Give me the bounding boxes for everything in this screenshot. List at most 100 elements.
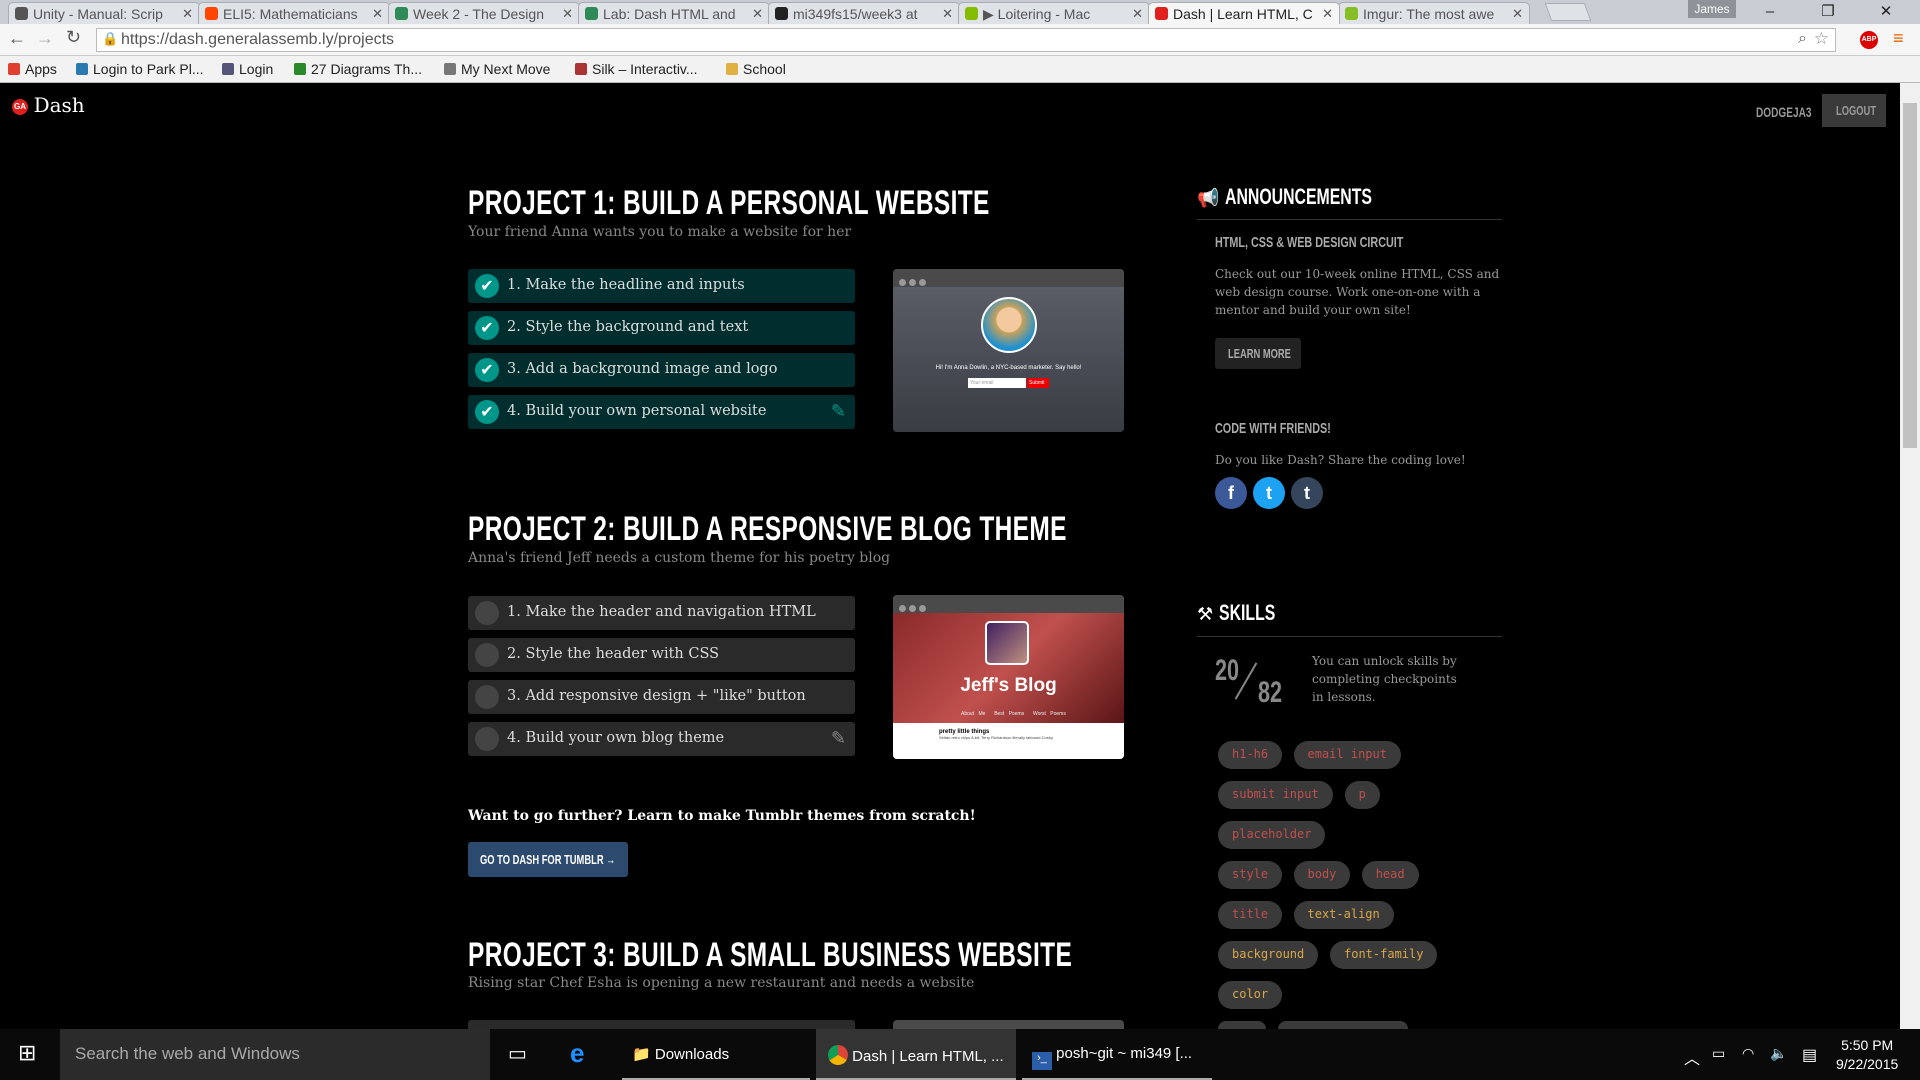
skill-tag[interactable]: text-align [1293, 901, 1394, 929]
menu-icon[interactable]: ≡ [1893, 28, 1904, 49]
skill-tag[interactable]: body [1293, 861, 1351, 889]
project-1-preview[interactable]: Hi! I'm Anna Dowlin, a NYC-based markete… [893, 269, 1124, 432]
new-tab-button[interactable] [1544, 3, 1592, 21]
skill-tag[interactable]: font-family [1330, 941, 1438, 969]
twitter-icon: t [1266, 483, 1272, 503]
search-icon[interactable]: ⌕ [1798, 30, 1807, 48]
close-window-button[interactable]: ✕ [1858, 0, 1914, 24]
close-tab-icon[interactable]: ✕ [752, 6, 763, 22]
clock[interactable]: 5:50 PM 9/22/2015 [1836, 1036, 1898, 1074]
browser-tab[interactable]: Lab: Dash HTML and ✕ [578, 2, 770, 24]
minimize-button[interactable]: – [1742, 0, 1798, 24]
tray-chevron-icon[interactable]: ︿ [1684, 1029, 1700, 1080]
skill-tag[interactable]: submit input [1218, 781, 1333, 809]
adblock-icon[interactable]: ABP [1860, 31, 1878, 49]
twitter-share-button[interactable]: t [1253, 477, 1285, 509]
project-task[interactable]: 2. Style the header with CSS [468, 638, 855, 672]
task-label: 1. Make the headline and inputs [507, 277, 745, 293]
task-label: 4. Build your own blog theme [507, 730, 725, 746]
skill-tag[interactable]: background [1218, 941, 1319, 969]
reload-icon[interactable]: ↻ [66, 27, 81, 48]
bookmark-item[interactable]: My Next Move [444, 61, 550, 77]
taskbar-app-downloads[interactable]: 📁 Downloads [622, 1029, 810, 1080]
forward-icon[interactable]: → [36, 28, 54, 49]
skill-tag[interactable]: p [1344, 781, 1380, 809]
tumblr-share-button[interactable]: t [1291, 477, 1323, 509]
project-1-subtitle: Your friend Anna wants you to make a web… [468, 224, 852, 240]
bookmarks-bar: Apps Login to Park Pl... Login 27 Diagrams … [0, 56, 1920, 83]
skill-label: head [1375, 867, 1405, 881]
project-task[interactable]: ✔ 2. Style the background and text [468, 311, 855, 345]
back-icon[interactable]: ← [8, 28, 26, 49]
dash-for-tumblr-button[interactable]: GO TO DASH FOR TUMBLR → [468, 842, 628, 877]
taskbar-search[interactable]: Search the web and Windows [60, 1029, 490, 1080]
close-tab-icon[interactable]: ✕ [372, 6, 383, 22]
bookmark-item[interactable]: 27 Diagrams Th... [294, 61, 422, 77]
browser-tab[interactable]: Unity - Manual: Scrip ✕ [8, 2, 200, 24]
project-2-title: PROJECT 2: BUILD A RESPONSIVE BLOG THEME [468, 510, 1067, 548]
project-2-preview[interactable]: Jeff's Blog About Me Best Poems Worst Po… [893, 595, 1124, 759]
favicon-icon [585, 7, 598, 20]
project-task[interactable]: ✔ 4. Build your own personal website ✎ [468, 395, 855, 429]
skill-tag[interactable]: head [1361, 861, 1419, 889]
close-tab-icon[interactable]: ✕ [562, 6, 573, 22]
project-task[interactable]: 3. Add responsive design + "like" button [468, 680, 855, 714]
bookmark-label: School [743, 61, 786, 77]
project-task[interactable]: ✔ 1. Make the headline and inputs [468, 269, 855, 303]
bookmark-item[interactable]: Login to Park Pl... [76, 61, 204, 77]
project-task[interactable]: ✔ 3. Add a background image and logo [468, 353, 855, 387]
skill-tag[interactable]: title [1218, 901, 1283, 929]
skill-tag[interactable]: email input [1293, 741, 1401, 769]
skill-tag[interactable]: h1-h6 [1218, 741, 1283, 769]
url-input[interactable]: 🔒 https://dash.generalassemb.ly/projects … [96, 28, 1836, 52]
windows-start-icon[interactable]: ⊞ [18, 1029, 36, 1080]
url-text: https://dash.generalassemb.ly/projects [121, 31, 395, 48]
task-view-icon[interactable]: ▭ [508, 1029, 527, 1080]
wifi-icon[interactable]: ◠ [1742, 1029, 1754, 1080]
browser-tab[interactable]: mi349fs15/week3 at ✕ [768, 2, 960, 24]
skill-tag[interactable]: placeholder [1218, 821, 1326, 849]
skill-label: text-align [1307, 907, 1380, 921]
restore-button[interactable]: ❐ [1800, 0, 1856, 24]
taskbar-app-powershell[interactable]: ›_ posh~git ~ mi349 [... [1022, 1029, 1212, 1080]
close-tab-icon[interactable]: ✕ [1132, 6, 1143, 22]
facebook-share-button[interactable]: f [1215, 477, 1247, 509]
username[interactable]: DODGEJA3 [1756, 104, 1811, 120]
edge-icon[interactable]: e [570, 1029, 584, 1080]
battery-icon[interactable]: ▭ [1712, 1029, 1725, 1080]
skill-tag[interactable]: color [1218, 981, 1283, 1009]
favicon-icon [15, 7, 28, 20]
checkmark-icon: ✔ [475, 274, 499, 298]
taskbar-app-chrome[interactable]: Dash | Learn HTML, ... [816, 1029, 1016, 1080]
close-tab-icon[interactable]: ✕ [1512, 6, 1523, 22]
bookmark-item[interactable]: Silk – Interactiv... [575, 61, 698, 77]
scrollbar[interactable] [1900, 83, 1920, 1029]
bookmark-icon [294, 63, 306, 75]
project-task[interactable]: 1. Make the header and navigation HTML [468, 596, 855, 630]
action-center-icon[interactable]: ▤ [1802, 1029, 1817, 1080]
browser-tab[interactable]: Imgur: The most awe ✕ [1338, 2, 1530, 24]
tab-title: Lab: Dash HTML and [603, 6, 736, 22]
profile-badge[interactable]: James [1688, 0, 1736, 18]
bookmark-item[interactable]: Apps [8, 61, 57, 77]
logout-button[interactable]: LOGOUT [1822, 94, 1886, 127]
browser-tab[interactable]: Dash | Learn HTML, C ✕ [1148, 2, 1340, 24]
close-tab-icon[interactable]: ✕ [942, 6, 953, 22]
browser-tab[interactable]: ELI5: Mathematicians ✕ [198, 2, 390, 24]
avatar [981, 297, 1037, 353]
bookmark-item[interactable]: Login [222, 61, 273, 77]
dash-logo[interactable]: GA Dash [12, 93, 85, 118]
close-tab-icon[interactable]: ✕ [182, 6, 193, 22]
volume-icon[interactable]: 🔈 [1770, 1029, 1787, 1080]
skill-tag[interactable]: style [1218, 861, 1283, 889]
bookmark-star-icon[interactable]: ☆ [1814, 29, 1829, 49]
learn-more-button[interactable]: LEARN MORE [1215, 338, 1301, 369]
bookmark-item[interactable]: School [726, 61, 786, 77]
browser-tab[interactable]: ▶ Loitering - Mac ✕ [958, 2, 1150, 24]
skill-label: email input [1307, 747, 1387, 761]
project-task[interactable]: 4. Build your own blog theme ✎ [468, 722, 855, 756]
close-tab-icon[interactable]: ✕ [1322, 6, 1333, 22]
favicon-icon [205, 7, 218, 20]
browser-tab[interactable]: Week 2 - The Design ✕ [388, 2, 580, 24]
scrollbar-thumb[interactable] [1903, 103, 1917, 448]
